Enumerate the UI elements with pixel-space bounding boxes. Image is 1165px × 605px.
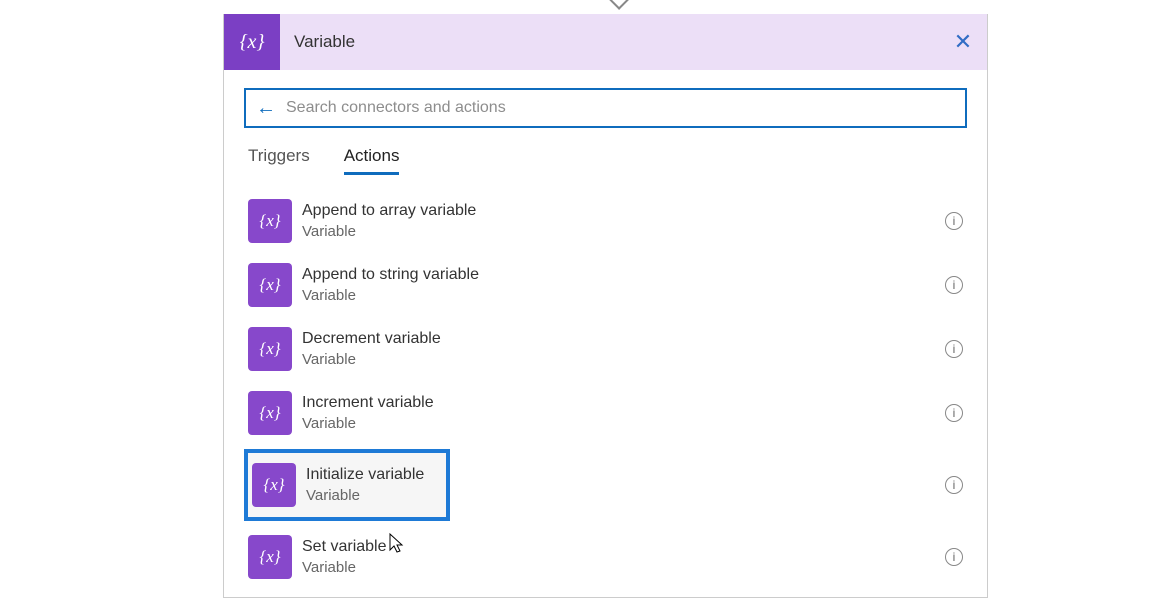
tab-triggers[interactable]: Triggers	[248, 146, 310, 172]
list-item[interactable]: {x} Decrement variable Variable i	[244, 317, 967, 381]
action-text: Append to string variable Variable	[302, 265, 479, 305]
variable-icon: {x}	[248, 327, 292, 371]
info-icon[interactable]: i	[945, 276, 963, 294]
search-input[interactable]	[286, 99, 955, 117]
variable-icon: {x}	[248, 263, 292, 307]
back-arrow-icon[interactable]: ←	[256, 97, 276, 120]
panel-body: ← Triggers Actions {x} Append to array v…	[224, 70, 987, 597]
variable-icon: {x}	[248, 535, 292, 579]
action-title: Increment variable	[302, 393, 434, 414]
action-text: Initialize variable Variable	[306, 465, 424, 505]
list-item[interactable]: {x} Initialize variable Variable i	[244, 449, 967, 521]
action-picker-panel: {x} Variable ✕ ← Triggers Actions {x} Ap…	[223, 14, 988, 598]
list-item[interactable]: {x} Append to string variable Variable i	[244, 253, 967, 317]
info-icon[interactable]: i	[945, 340, 963, 358]
action-text: Set variable Variable	[302, 537, 387, 577]
close-icon: ✕	[954, 29, 972, 55]
action-sub: Variable	[302, 222, 476, 242]
close-button[interactable]: ✕	[939, 29, 987, 55]
variable-connector-icon: {x}	[224, 14, 280, 70]
action-title: Append to array variable	[302, 201, 476, 222]
info-icon[interactable]: i	[945, 404, 963, 422]
list-item[interactable]: {x} Increment variable Variable i	[244, 381, 967, 445]
action-text: Append to array variable Variable	[302, 201, 476, 241]
variable-icon: {x}	[252, 463, 296, 507]
search-field-wrap: ←	[244, 88, 967, 128]
variable-icon: {x}	[248, 391, 292, 435]
variable-icon: {x}	[248, 199, 292, 243]
action-title: Decrement variable	[302, 329, 441, 350]
panel-header: {x} Variable ✕	[224, 14, 987, 70]
action-sub: Variable	[302, 286, 479, 306]
flow-arrow-down-icon	[609, 0, 629, 10]
info-icon[interactable]: i	[945, 212, 963, 230]
action-text: Increment variable Variable	[302, 393, 434, 433]
variable-icon-glyph: {x}	[240, 31, 265, 54]
action-sub: Variable	[302, 350, 441, 370]
action-text: Decrement variable Variable	[302, 329, 441, 369]
tab-actions[interactable]: Actions	[344, 146, 400, 175]
action-title: Set variable	[302, 537, 387, 558]
action-sub: Variable	[306, 486, 424, 506]
panel-title: Variable	[280, 32, 939, 52]
action-sub: Variable	[302, 414, 434, 434]
highlighted-action[interactable]: {x} Initialize variable Variable	[244, 449, 450, 521]
action-list: {x} Append to array variable Variable i …	[244, 189, 967, 597]
list-item[interactable]: {x} Append to array variable Variable i	[244, 189, 967, 253]
list-item[interactable]: {x} Set variable Variable i	[244, 525, 967, 589]
action-title: Initialize variable	[306, 465, 424, 486]
info-icon[interactable]: i	[945, 548, 963, 566]
tabs: Triggers Actions	[248, 146, 967, 175]
action-title: Append to string variable	[302, 265, 479, 286]
info-icon[interactable]: i	[945, 476, 963, 494]
action-sub: Variable	[302, 558, 387, 578]
